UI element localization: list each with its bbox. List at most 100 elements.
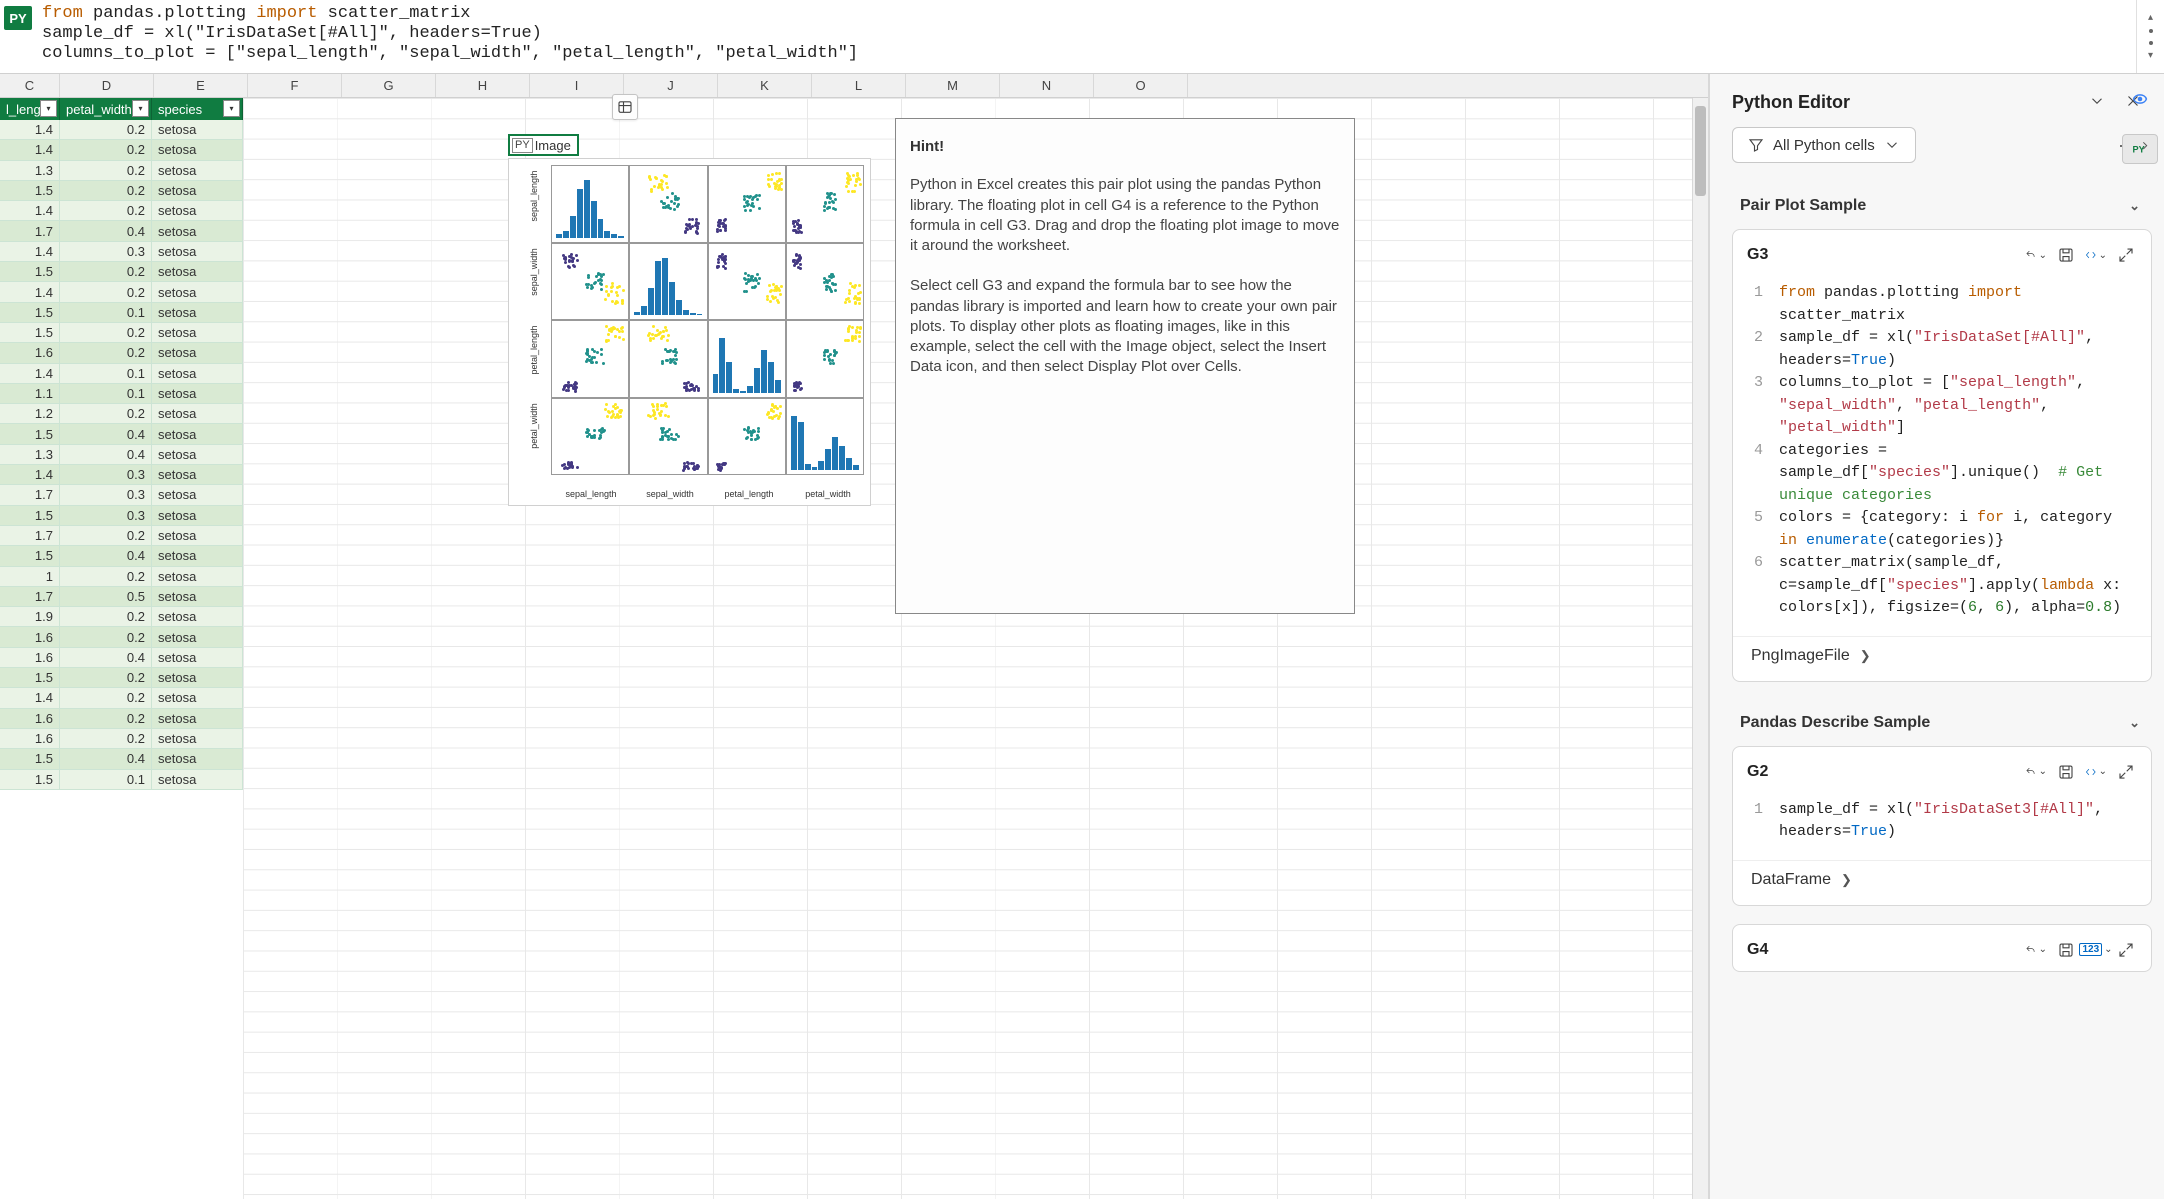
- table-cell[interactable]: 1.9: [0, 607, 60, 627]
- output-type-toggle[interactable]: ⌄: [2085, 244, 2107, 266]
- table-cell[interactable]: setosa: [152, 546, 243, 566]
- table-cell[interactable]: 0.4: [60, 546, 152, 566]
- table-row[interactable]: 1.50.1setosa: [0, 770, 1692, 790]
- table-cell[interactable]: setosa: [152, 404, 243, 424]
- column-header[interactable]: D: [60, 74, 154, 97]
- table-cell[interactable]: setosa: [152, 627, 243, 647]
- column-header[interactable]: M: [906, 74, 1000, 97]
- column-header[interactable]: H: [436, 74, 530, 97]
- column-header[interactable]: E: [154, 74, 248, 97]
- table-cell[interactable]: 1.5: [0, 770, 60, 790]
- expand-icon[interactable]: [2115, 761, 2137, 783]
- spreadsheet-grid[interactable]: CDEFGHIJKLMNO l_length▾petal_width▾speci…: [0, 74, 1709, 1199]
- table-row[interactable]: 1.90.2setosa: [0, 607, 1692, 627]
- formula-expand-controls[interactable]: ▴ ▾: [2136, 0, 2164, 73]
- table-cell[interactable]: 0.2: [60, 526, 152, 546]
- table-cell[interactable]: setosa: [152, 729, 243, 749]
- table-cell[interactable]: 0.2: [60, 323, 152, 343]
- filter-button[interactable]: ▾: [40, 100, 57, 117]
- table-cell[interactable]: 1.3: [0, 445, 60, 465]
- column-header[interactable]: I: [530, 74, 624, 97]
- table-cell[interactable]: 0.2: [60, 627, 152, 647]
- table-cell[interactable]: 1.5: [0, 506, 60, 526]
- table-cell[interactable]: setosa: [152, 140, 243, 160]
- table-row[interactable]: 1.60.4setosa: [0, 648, 1692, 668]
- code-block[interactable]: 1from pandas.plotting import scatter_mat…: [1733, 276, 2151, 636]
- table-cell[interactable]: setosa: [152, 485, 243, 505]
- vertical-scrollbar[interactable]: [1692, 98, 1708, 1199]
- column-header[interactable]: L: [812, 74, 906, 97]
- table-cell[interactable]: 1.7: [0, 587, 60, 607]
- table-cell[interactable]: setosa: [152, 120, 243, 140]
- table-cell[interactable]: 0.2: [60, 262, 152, 282]
- table-cell[interactable]: setosa: [152, 343, 243, 363]
- table-cell[interactable]: 0.2: [60, 181, 152, 201]
- table-cell[interactable]: setosa: [152, 364, 243, 384]
- filter-button[interactable]: ▾: [132, 100, 149, 117]
- table-cell[interactable]: 1.5: [0, 181, 60, 201]
- column-header[interactable]: J: [624, 74, 718, 97]
- table-cell[interactable]: 1.6: [0, 709, 60, 729]
- table-cell[interactable]: setosa: [152, 323, 243, 343]
- table-cell[interactable]: 0.3: [60, 242, 152, 262]
- card-output-footer[interactable]: DataFrame❯: [1733, 860, 2151, 905]
- collapse-panel-icon[interactable]: [2088, 92, 2106, 113]
- table-cell[interactable]: setosa: [152, 668, 243, 688]
- table-cell[interactable]: 1.7: [0, 526, 60, 546]
- python-image-cell[interactable]: PY Image: [508, 134, 579, 156]
- table-cell[interactable]: 1.3: [0, 161, 60, 181]
- filter-button[interactable]: ▾: [223, 100, 240, 117]
- table-cell[interactable]: 0.4: [60, 221, 152, 241]
- table-cell[interactable]: 0.2: [60, 140, 152, 160]
- table-cell[interactable]: 0.1: [60, 303, 152, 323]
- table-cell[interactable]: 1.2: [0, 404, 60, 424]
- table-column-header[interactable]: species▾: [152, 98, 243, 120]
- table-cell[interactable]: 1.4: [0, 242, 60, 262]
- table-cell[interactable]: 0.5: [60, 587, 152, 607]
- table-cell[interactable]: 0.2: [60, 668, 152, 688]
- save-icon[interactable]: [2055, 244, 2077, 266]
- undo-icon[interactable]: ⌄: [2025, 244, 2047, 266]
- table-row[interactable]: 1.50.4setosa: [0, 546, 1692, 566]
- table-cell[interactable]: setosa: [152, 587, 243, 607]
- table-cell[interactable]: 0.4: [60, 749, 152, 769]
- table-cell[interactable]: 0.4: [60, 424, 152, 444]
- table-cell[interactable]: 1.4: [0, 364, 60, 384]
- table-cell[interactable]: 1.4: [0, 282, 60, 302]
- table-cell[interactable]: 1.6: [0, 343, 60, 363]
- table-cell[interactable]: 1.5: [0, 668, 60, 688]
- table-cell[interactable]: setosa: [152, 749, 243, 769]
- formula-text[interactable]: from pandas.plotting import scatter_matr…: [36, 0, 2136, 73]
- save-icon[interactable]: [2055, 761, 2077, 783]
- table-cell[interactable]: setosa: [152, 688, 243, 708]
- table-cell[interactable]: setosa: [152, 201, 243, 221]
- table-cell[interactable]: 1.6: [0, 729, 60, 749]
- table-cell[interactable]: setosa: [152, 465, 243, 485]
- table-cell[interactable]: 0.4: [60, 445, 152, 465]
- table-cell[interactable]: 0.2: [60, 688, 152, 708]
- table-cell[interactable]: 1.6: [0, 627, 60, 647]
- undo-icon[interactable]: ⌄: [2025, 761, 2047, 783]
- table-cell[interactable]: 0.2: [60, 201, 152, 221]
- table-cell[interactable]: 1.5: [0, 303, 60, 323]
- table-row[interactable]: 1.60.2setosa: [0, 627, 1692, 647]
- filter-dropdown[interactable]: All Python cells: [1732, 127, 1916, 163]
- table-cell[interactable]: 0.2: [60, 120, 152, 140]
- expand-icon[interactable]: [2115, 939, 2137, 961]
- table-cell[interactable]: 0.1: [60, 384, 152, 404]
- column-header[interactable]: F: [248, 74, 342, 97]
- table-column-header[interactable]: l_length▾: [0, 98, 60, 120]
- table-cell[interactable]: setosa: [152, 303, 243, 323]
- table-cell[interactable]: 1.7: [0, 485, 60, 505]
- python-editor-icon[interactable]: PY: [2122, 134, 2158, 164]
- table-cell[interactable]: setosa: [152, 648, 243, 668]
- copilot-icon[interactable]: [2122, 84, 2158, 114]
- table-cell[interactable]: setosa: [152, 607, 243, 627]
- table-cell[interactable]: 1.1: [0, 384, 60, 404]
- table-cell[interactable]: setosa: [152, 161, 243, 181]
- insert-data-button[interactable]: [612, 94, 638, 120]
- table-cell[interactable]: 1: [0, 567, 60, 587]
- table-row[interactable]: 1.50.4setosa: [0, 749, 1692, 769]
- table-row[interactable]: 1.40.2setosa: [0, 688, 1692, 708]
- table-cell[interactable]: setosa: [152, 567, 243, 587]
